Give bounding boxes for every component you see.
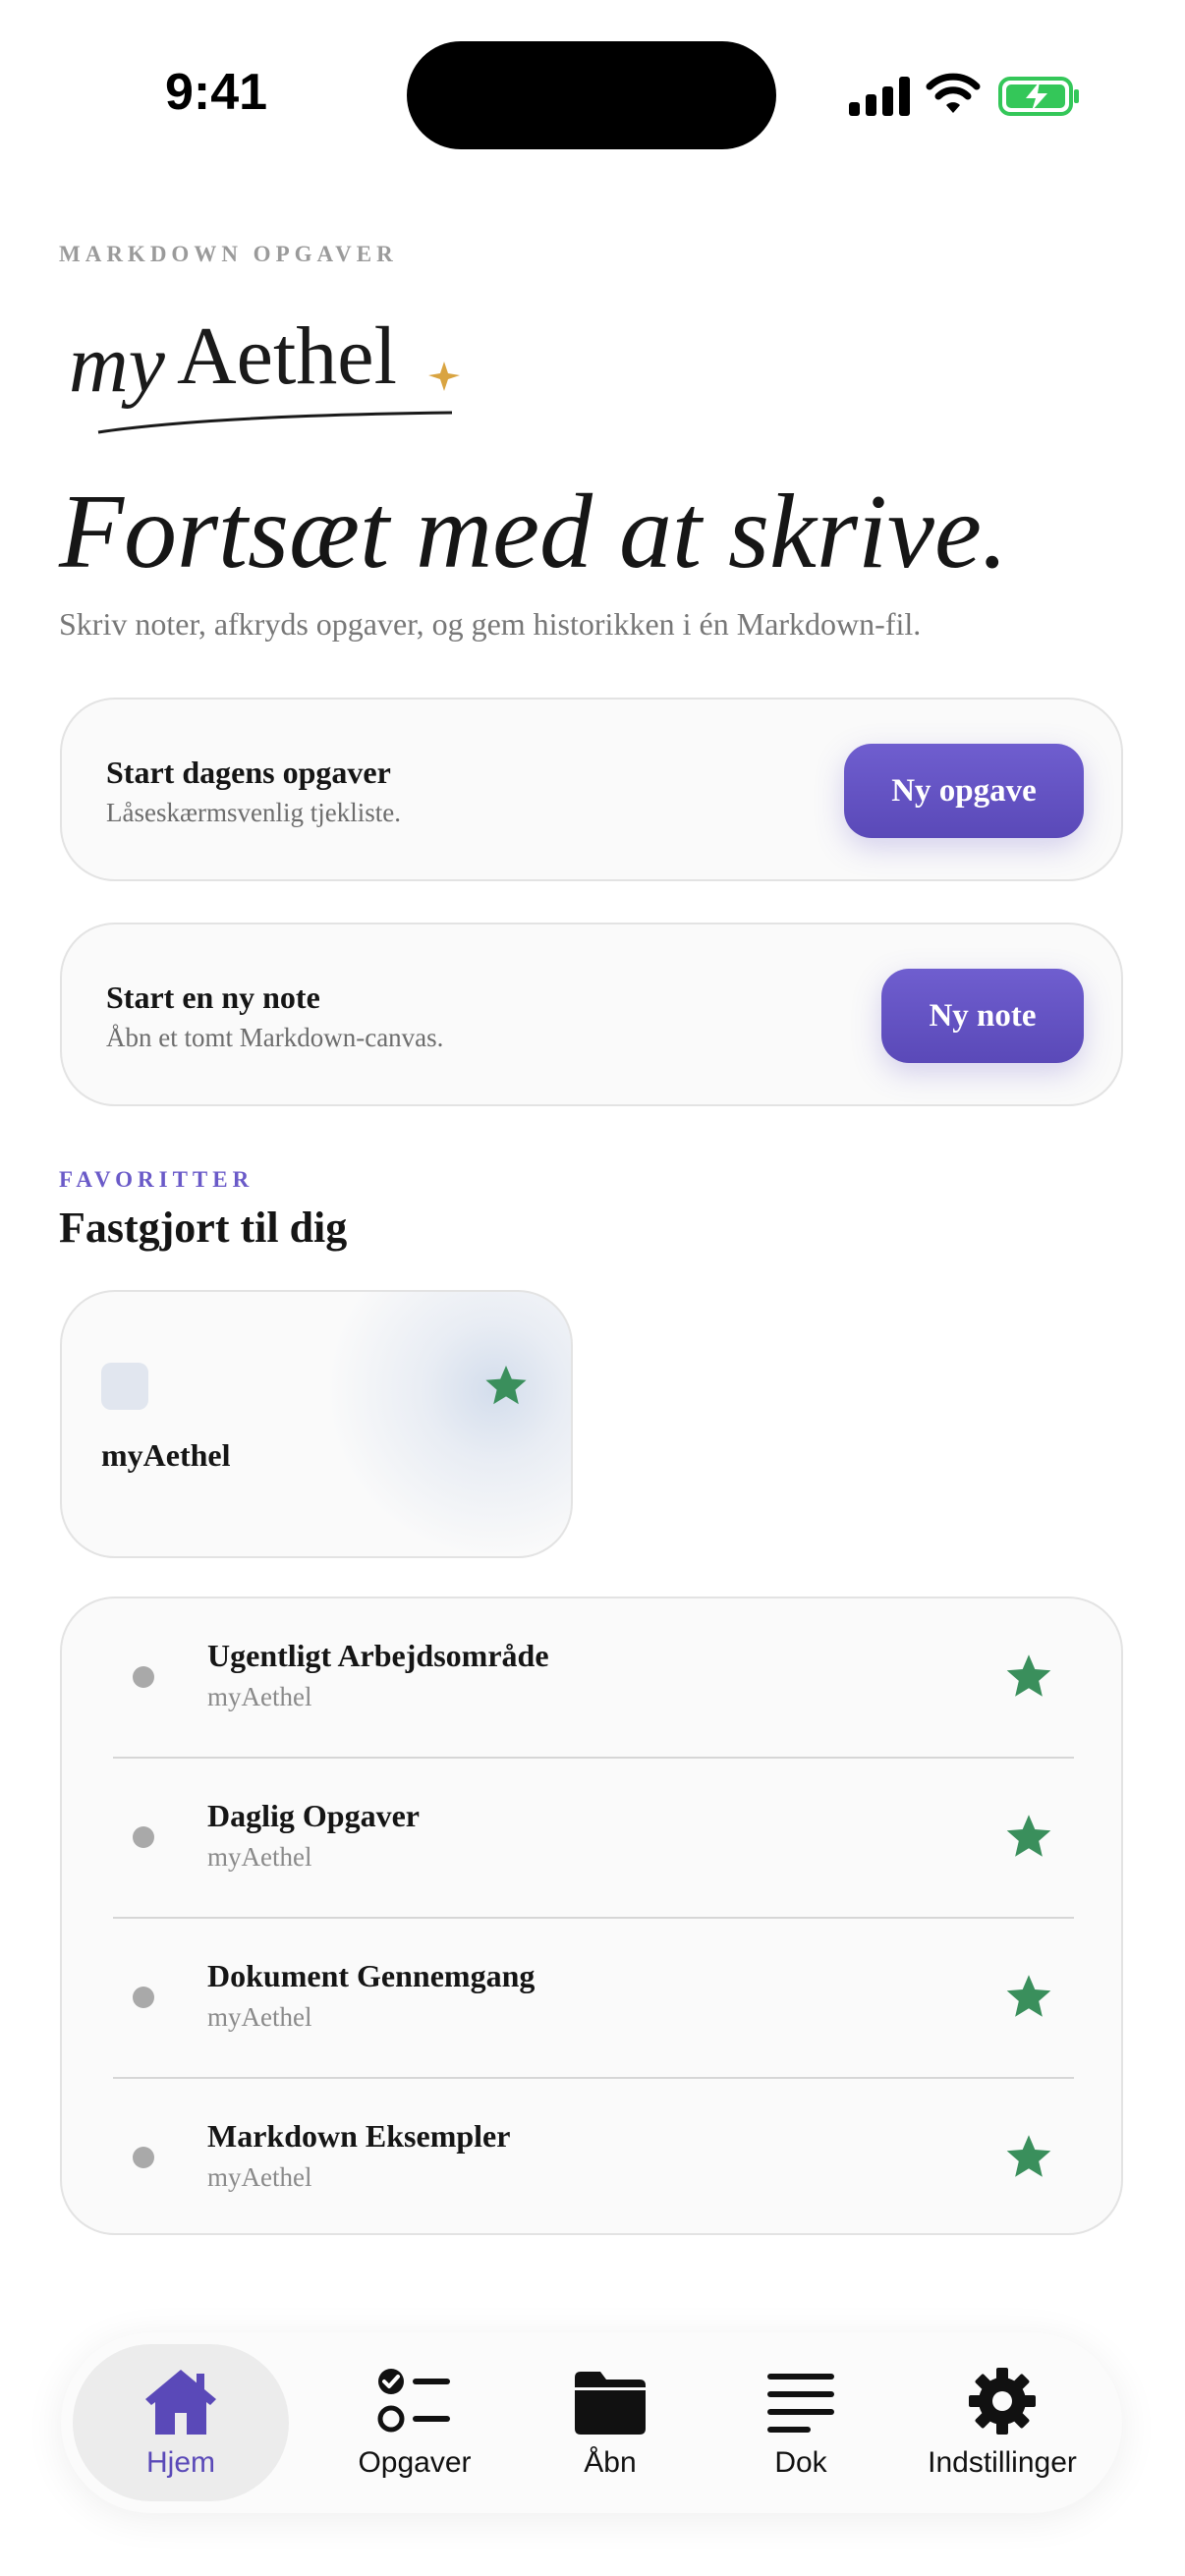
pinned-card-thumbnail xyxy=(101,1363,148,1410)
star-icon[interactable] xyxy=(1003,2132,1054,2183)
cellular-signal-icon xyxy=(849,77,910,116)
tab-label: Hjem xyxy=(145,2446,215,2479)
new-task-card-title: Start dagens opgaver xyxy=(106,755,391,790)
list-item-title: Daglig Opgaver xyxy=(207,1798,420,1833)
list-item[interactable]: Daglig Opgaver myAethel xyxy=(62,1759,1121,1919)
list-item-title: Dokument Gennemgang xyxy=(207,1958,536,1993)
tab-label: Indstillinger xyxy=(928,2446,1077,2479)
bullet-dot xyxy=(133,2147,154,2168)
new-task-button[interactable]: Ny opgave xyxy=(844,744,1084,838)
list-item-title: Markdown Eksempler xyxy=(207,2118,511,2154)
list-item[interactable]: Markdown Eksempler myAethel xyxy=(62,2079,1121,2239)
myaethel-logo: my Aethel xyxy=(69,310,460,434)
star-icon[interactable] xyxy=(1003,1652,1054,1703)
list-item[interactable]: Dokument Gennemgang myAethel xyxy=(62,1919,1121,2079)
pinned-list: Ugentligt Arbejdsområde myAethel Daglig … xyxy=(60,1596,1123,2235)
page-headline: Fortsæt med at skrive. xyxy=(59,474,1008,590)
new-task-card: Start dagens opgaver Låseskærmsvenlig tj… xyxy=(60,698,1123,881)
new-note-card-subtitle: Åbn et tomt Markdown-canvas. xyxy=(106,1023,444,1052)
battery-charging-icon xyxy=(998,77,1079,116)
tab-label: Opgaver xyxy=(358,2446,472,2479)
tab-bar: Hjem Opgaver Åbn Dok Indstillinger xyxy=(61,2332,1122,2513)
list-item[interactable]: Ugentligt Arbejdsområde myAethel xyxy=(62,1598,1121,1759)
pinned-card-label: myAethel xyxy=(101,1437,231,1473)
new-task-card-subtitle: Låseskærmsvenlig tjekliste. xyxy=(106,798,401,827)
bullet-dot xyxy=(133,1666,154,1688)
wifi-icon xyxy=(926,73,981,113)
list-item-subtitle: myAethel xyxy=(207,1682,312,1711)
tab-doc[interactable]: Dok xyxy=(717,2332,884,2513)
list-item-subtitle: myAethel xyxy=(207,2002,312,2032)
tab-open[interactable]: Åbn xyxy=(527,2332,694,2513)
svg-text:my: my xyxy=(69,318,166,410)
section-eyebrow: MARKDOWN OPGAVER xyxy=(59,242,398,266)
page-subtitle: Skriv noter, afkryds opgaver, og gem his… xyxy=(59,606,922,642)
tab-home[interactable]: Hjem xyxy=(73,2344,289,2501)
star-icon[interactable] xyxy=(1003,1812,1054,1863)
new-note-button[interactable]: Ny note xyxy=(881,969,1084,1063)
bullet-dot xyxy=(133,1987,154,2008)
new-note-card: Start en ny note Åbn et tomt Markdown-ca… xyxy=(60,923,1123,1106)
list-item-subtitle: myAethel xyxy=(207,1842,312,1872)
list-item-subtitle: myAethel xyxy=(207,2162,312,2192)
list-item-title: Ugentligt Arbejdsområde xyxy=(207,1638,549,1673)
tab-label: Åbn xyxy=(584,2446,637,2479)
tab-settings[interactable]: Indstillinger xyxy=(892,2332,1112,2513)
tab-label: Dok xyxy=(774,2446,827,2479)
document-lines-icon xyxy=(767,2374,834,2433)
star-icon[interactable] xyxy=(482,1363,530,1410)
svg-text:Aethel: Aethel xyxy=(177,310,397,402)
status-time: 9:41 xyxy=(165,64,268,121)
tab-tasks[interactable]: Opgaver xyxy=(316,2332,513,2513)
pinned-card[interactable]: myAethel xyxy=(60,1290,573,1558)
house-icon xyxy=(145,2370,216,2435)
favorites-title: Fastgjort til dig xyxy=(59,1204,348,1252)
folder-icon xyxy=(575,2372,646,2435)
favorites-eyebrow: FAVORITTER xyxy=(59,1167,254,1192)
star-icon[interactable] xyxy=(1003,1972,1054,2023)
bullet-dot xyxy=(133,1826,154,1848)
dynamic-island xyxy=(407,41,776,149)
new-note-card-title: Start en ny note xyxy=(106,980,320,1015)
checklist-icon xyxy=(377,2369,450,2433)
gear-icon xyxy=(969,2368,1036,2435)
